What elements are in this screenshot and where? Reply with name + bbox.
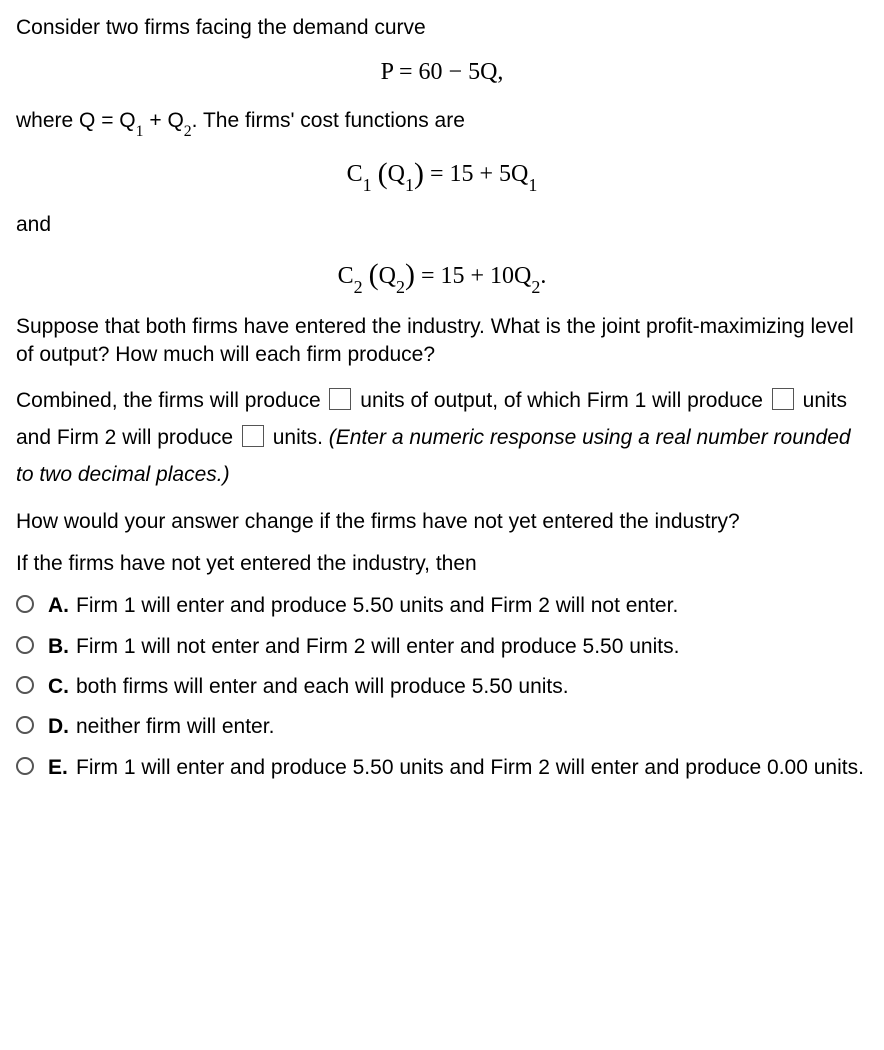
equation-demand-text: P = 60 − 5Q, <box>381 56 504 88</box>
choice-b[interactable]: B. Firm 1 will not enter and Firm 2 will… <box>16 633 868 661</box>
fill-text-1: Combined, the firms will produce <box>16 389 326 412</box>
where-text-a: where Q = Q <box>16 109 136 132</box>
q-inner: Q <box>388 161 405 187</box>
c1-lhs: C <box>347 161 363 187</box>
c2-rhs: = 15 + 10Q <box>415 263 531 289</box>
space2 <box>363 263 369 289</box>
fill-text-4: units. <box>267 426 329 449</box>
sub-2: 2 <box>184 123 192 140</box>
equation-c1: C1 (Q1) = 15 + 5Q1 <box>16 152 868 193</box>
input-combined-units[interactable] <box>329 388 351 410</box>
space <box>372 161 378 187</box>
radio-d-icon[interactable] <box>16 716 34 734</box>
choice-letter-b: B. <box>48 633 76 661</box>
q-sub-1: 1 <box>405 175 414 195</box>
input-firm2-units[interactable] <box>242 425 264 447</box>
where-text-c: . The firms' cost functions are <box>192 109 465 132</box>
multiple-choice-list: A. Firm 1 will enter and produce 5.50 un… <box>16 592 868 782</box>
radio-b-icon[interactable] <box>16 636 34 654</box>
choice-letter-e: E. <box>48 754 76 782</box>
choice-text-a: Firm 1 will enter and produce 5.50 units… <box>76 592 868 620</box>
radio-c-icon[interactable] <box>16 676 34 694</box>
c2-period: . <box>540 263 546 289</box>
q-sub-2: 2 <box>396 277 405 297</box>
choice-text-b: Firm 1 will not enter and Firm 2 will en… <box>76 633 868 661</box>
equation-c2: C2 (Q2) = 15 + 10Q2. <box>16 254 868 295</box>
paren-open-2: ( <box>369 258 379 291</box>
intro-line: Consider two firms facing the demand cur… <box>16 14 868 42</box>
fill-text-2: units of output, of which Firm 1 will pr… <box>354 389 768 412</box>
c1-sub: 1 <box>363 175 372 195</box>
c2-sub: 2 <box>354 277 363 297</box>
prompt-if-not-entered: If the firms have not yet entered the in… <box>16 550 868 578</box>
and-line: and <box>16 211 868 239</box>
choice-a[interactable]: A. Firm 1 will enter and produce 5.50 un… <box>16 592 868 620</box>
choice-text-e: Firm 1 will enter and produce 5.50 units… <box>76 754 868 782</box>
question-change: How would your answer change if the firm… <box>16 508 868 536</box>
rhs-sub-2: 2 <box>531 277 540 297</box>
choice-e[interactable]: E. Firm 1 will enter and produce 5.50 un… <box>16 754 868 782</box>
choice-letter-a: A. <box>48 592 76 620</box>
input-firm1-units[interactable] <box>772 388 794 410</box>
paren-close-2: ) <box>405 258 415 291</box>
choice-letter-d: D. <box>48 713 76 741</box>
question-joint-profit: Suppose that both firms have entered the… <box>16 313 868 370</box>
paren-close: ) <box>414 157 424 190</box>
sub-1: 1 <box>136 123 144 140</box>
choice-letter-c: C. <box>48 673 76 701</box>
choice-text-d: neither firm will enter. <box>76 713 868 741</box>
rhs-sub-1: 1 <box>528 175 537 195</box>
radio-e-icon[interactable] <box>16 757 34 775</box>
c2-lhs: C <box>338 263 354 289</box>
choice-text-c: both firms will enter and each will prod… <box>76 673 868 701</box>
q2-inner: Q <box>379 263 396 289</box>
fill-in-sentence: Combined, the firms will produce units o… <box>16 383 868 493</box>
c1-rhs: = 15 + 5Q <box>424 161 528 187</box>
radio-a-icon[interactable] <box>16 595 34 613</box>
choice-c[interactable]: C. both firms will enter and each will p… <box>16 673 868 701</box>
where-line: where Q = Q1 + Q2. The firms' cost funct… <box>16 107 868 138</box>
choice-d[interactable]: D. neither firm will enter. <box>16 713 868 741</box>
where-text-b: + Q <box>144 109 184 132</box>
equation-demand: P = 60 − 5Q, <box>16 56 868 88</box>
paren-open: ( <box>378 157 388 190</box>
